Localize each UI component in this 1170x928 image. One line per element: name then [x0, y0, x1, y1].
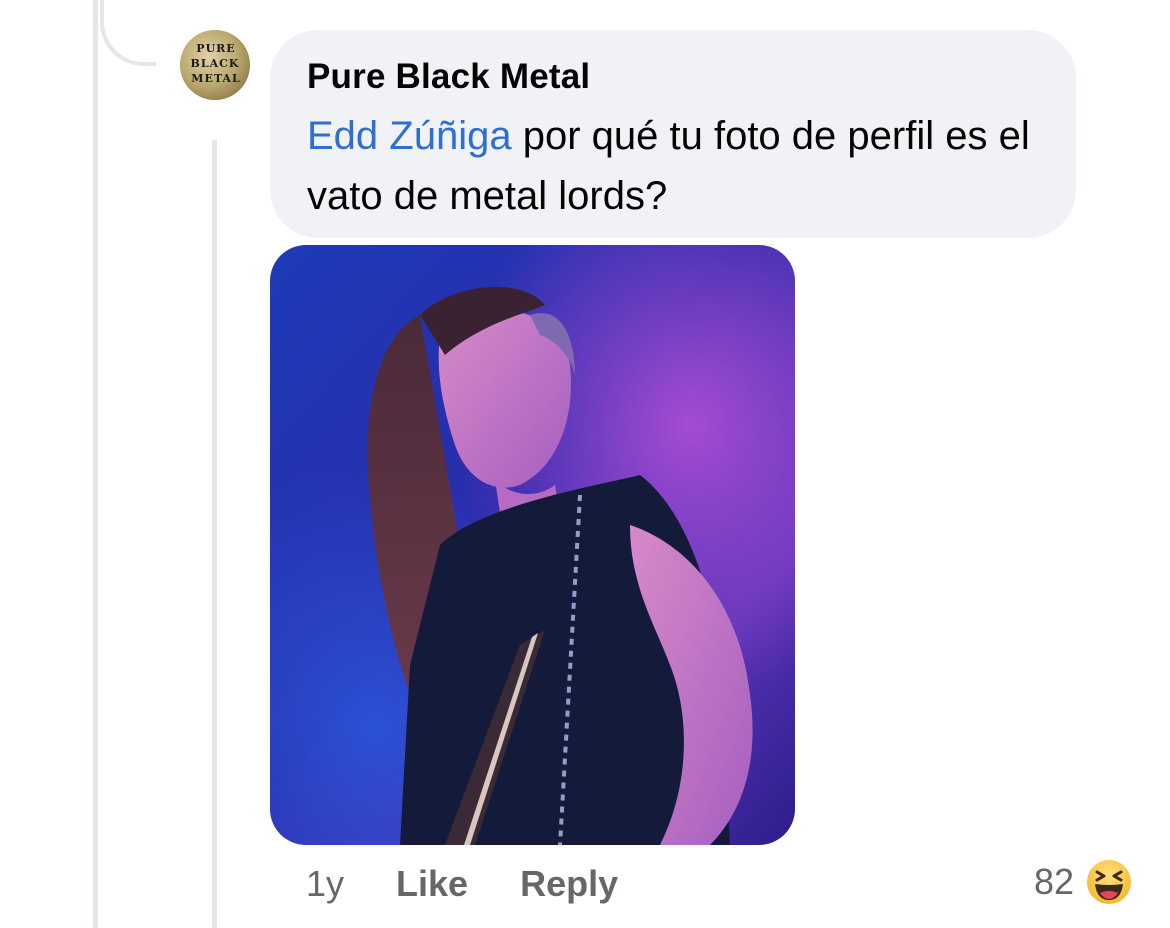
- comment-timestamp[interactable]: 1y: [306, 863, 344, 905]
- photo-image: [270, 245, 795, 845]
- avatar-text-line-3: METAL: [191, 72, 240, 85]
- user-mention[interactable]: Edd Zúñiga: [307, 114, 512, 158]
- avatar[interactable]: PURE BLACK METAL: [180, 30, 250, 100]
- reaction-summary[interactable]: 82: [1034, 854, 1134, 910]
- thread-connector-curve: [100, 0, 156, 66]
- avatar-text-line-1: PURE: [196, 42, 235, 55]
- reply-button[interactable]: Reply: [520, 863, 618, 905]
- reaction-count: 82: [1033, 861, 1074, 902]
- comment-photo-attachment[interactable]: [270, 245, 795, 845]
- avatar-logo: PURE BLACK METAL: [180, 30, 250, 100]
- avatar-text-line-2: BLACK: [191, 57, 240, 70]
- reply-connector-line: [212, 140, 217, 928]
- comment-author[interactable]: Pure Black Metal: [307, 56, 1040, 98]
- comment-text: Edd Zúñiga por qué tu foto de perfil es …: [307, 106, 1040, 226]
- haha-emoji-icon: [1085, 858, 1133, 906]
- comment-thread: PURE BLACK METAL Pure Black Metal Edd Zú…: [0, 0, 1170, 928]
- like-button[interactable]: Like: [396, 863, 468, 905]
- comment-actions: 1y Like Reply: [306, 856, 670, 912]
- thread-connector-line: [93, 0, 98, 928]
- comment-bubble: Pure Black Metal Edd Zúñiga por qué tu f…: [270, 30, 1076, 238]
